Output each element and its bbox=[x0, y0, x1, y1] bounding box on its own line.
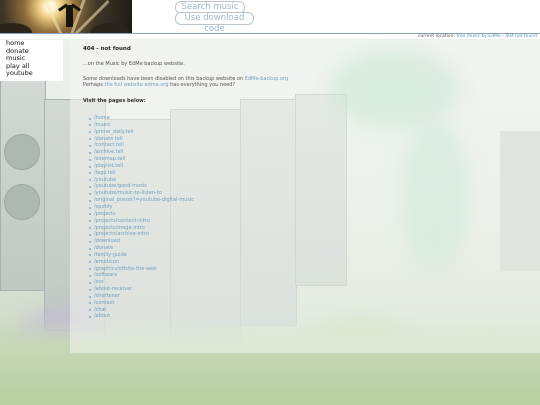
crowd-silhouette bbox=[90, 23, 130, 33]
page-link[interactable]: /chat bbox=[94, 307, 107, 313]
list-item: /youtube/music-to-listen-to bbox=[89, 190, 323, 197]
list-item: /shortener bbox=[89, 293, 323, 300]
page-subtitle: ...on the Music by EdMe backup website. bbox=[83, 61, 185, 67]
speaker-cone bbox=[4, 134, 40, 170]
page-link[interactable]: /donate bbox=[94, 245, 113, 251]
list-item: /family-guide bbox=[89, 252, 323, 259]
light-ray bbox=[41, 0, 66, 33]
page-link[interactable]: /lego.tell bbox=[94, 170, 116, 176]
main-content: 404 - not found ...on the Music by EdMe … bbox=[83, 46, 323, 320]
crowd-silhouette bbox=[0, 23, 32, 33]
page-link[interactable]: /download bbox=[94, 238, 120, 244]
list-item: /about bbox=[89, 313, 323, 320]
page-link[interactable]: /playlist.tell bbox=[94, 163, 123, 169]
side-navigation: home donate music play all youtube bbox=[0, 39, 63, 81]
page-link[interactable]: /shortener bbox=[94, 293, 120, 299]
list-item: /music bbox=[89, 122, 323, 129]
info-text: has everything you need? bbox=[168, 82, 236, 88]
list-item: /about-receiver bbox=[89, 286, 323, 293]
page-link[interactable]: /software bbox=[94, 272, 117, 278]
page-link[interactable]: /home bbox=[94, 115, 110, 121]
page-link[interactable]: /spotify bbox=[94, 204, 113, 210]
list-item: /projects/content-intro bbox=[89, 218, 323, 225]
page-link[interactable]: /music bbox=[94, 122, 110, 128]
page-link[interactable]: /emoticon bbox=[94, 259, 119, 265]
list-item: /youtube bbox=[89, 177, 323, 184]
page-link[interactable]: /about-receiver bbox=[94, 286, 132, 292]
list-item: /archive.tell bbox=[89, 149, 323, 156]
download-code-button[interactable]: Use download code bbox=[175, 12, 254, 34]
page-title: 404 - not found bbox=[83, 46, 131, 52]
list-item: /spotify bbox=[89, 204, 323, 211]
page-link[interactable]: /about bbox=[94, 313, 110, 319]
page-link[interactable]: /archive.tell bbox=[94, 149, 123, 155]
page-link[interactable]: /css bbox=[94, 279, 104, 285]
page-link[interactable]: /youtube/music-to-listen-to bbox=[94, 190, 162, 196]
list-item: /download bbox=[89, 238, 323, 245]
list-item: /projects bbox=[89, 211, 323, 218]
page-link[interactable]: /contact bbox=[94, 300, 114, 306]
page-link[interactable]: /projects/content-intro bbox=[94, 218, 150, 224]
list-item: /emoticon bbox=[89, 259, 323, 266]
speaker-cone bbox=[4, 184, 40, 220]
list-item: /prime_daily.tell bbox=[89, 129, 323, 136]
page-link[interactable]: /projects bbox=[94, 211, 116, 217]
list-item: /lego.tell bbox=[89, 170, 323, 177]
list-item: /donate bbox=[89, 245, 323, 252]
list-item: /contact.tell bbox=[89, 142, 323, 149]
page-link[interactable]: /donate.tell bbox=[94, 136, 123, 142]
page-link[interactable]: /graphics/offsite-the-web bbox=[94, 266, 156, 272]
site-header: Search music Use download code bbox=[0, 0, 540, 34]
list-item: /sitemap.tell bbox=[89, 156, 323, 163]
page-link-list: /home/music/prime_daily.tell/donate.tell… bbox=[83, 115, 323, 320]
page-link[interactable]: /youtube/good-music bbox=[94, 183, 147, 189]
info-text: Perhaps bbox=[83, 82, 105, 88]
site-logo[interactable] bbox=[0, 0, 132, 33]
page-link[interactable]: /projects/mega-intro bbox=[94, 225, 145, 231]
dancer-silhouette bbox=[66, 5, 73, 27]
list-item: /projects/mega-intro bbox=[89, 225, 323, 232]
page-link[interactable]: /prime_daily.tell bbox=[94, 129, 133, 135]
page-link[interactable]: /family-guide bbox=[94, 252, 127, 258]
list-item: /chat bbox=[89, 307, 323, 314]
page-link[interactable]: /original_preset?=youtube-digital-music bbox=[94, 197, 194, 203]
list-item: /youtube/good-music bbox=[89, 183, 323, 190]
list-item: /css bbox=[89, 279, 323, 286]
list-item: /projects/archive-intro bbox=[89, 231, 323, 238]
page-link[interactable]: /projects/archive-intro bbox=[94, 231, 149, 237]
list-item: /original_preset?=youtube-digital-music bbox=[89, 197, 323, 204]
list-item: /software bbox=[89, 272, 323, 279]
list-item: /graphics/offsite-the-web bbox=[89, 266, 323, 273]
info-paragraph: Some downloads have been disabled on thi… bbox=[83, 76, 323, 88]
list-item: /donate.tell bbox=[89, 136, 323, 143]
list-item: /contact bbox=[89, 300, 323, 307]
full-website-link[interactable]: the full website edme.org bbox=[104, 82, 168, 88]
visit-heading: Visit the pages below: bbox=[83, 98, 146, 104]
page-link[interactable]: /sitemap.tell bbox=[94, 156, 125, 162]
page-link[interactable]: /youtube bbox=[94, 177, 116, 183]
backup-site-link[interactable]: EdMe-backup.org bbox=[245, 76, 288, 82]
page-link[interactable]: /contact.tell bbox=[94, 142, 124, 148]
list-item: /home bbox=[89, 115, 323, 122]
nav-item-youtube[interactable]: youtube bbox=[0, 69, 63, 78]
list-item: /playlist.tell bbox=[89, 163, 323, 170]
